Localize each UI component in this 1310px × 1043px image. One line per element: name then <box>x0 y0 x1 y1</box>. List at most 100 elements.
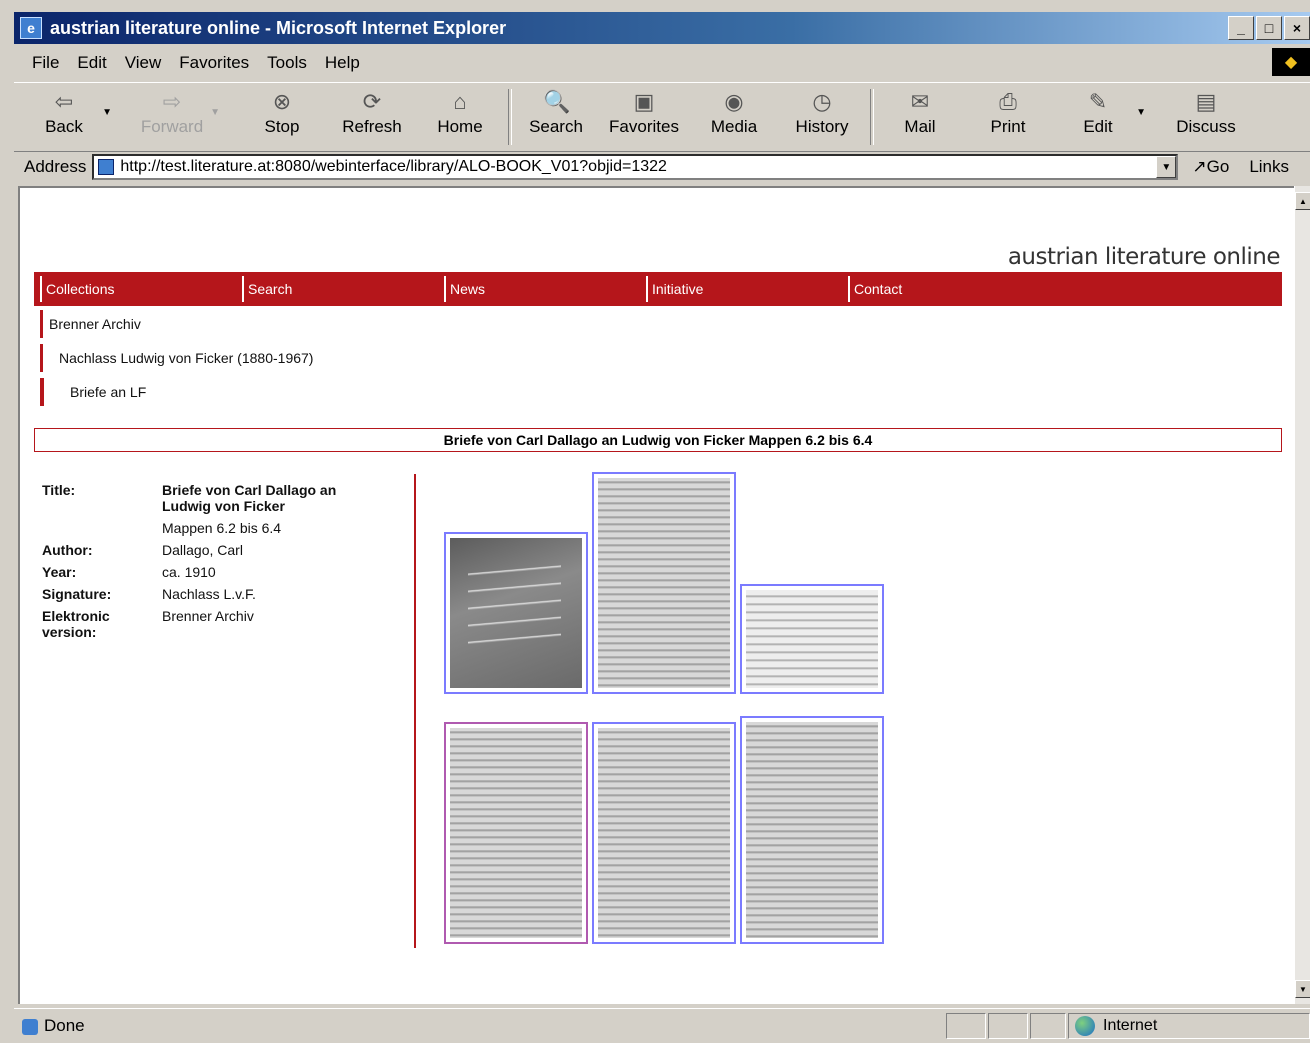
breadcrumb-marker <box>40 378 44 406</box>
media-button[interactable]: ◉ Media <box>694 89 774 137</box>
site-nav: Collections Search News Initiative Conta… <box>34 272 1282 306</box>
page-thumbnail[interactable] <box>444 532 588 694</box>
meta-author-value: Dallago, Carl <box>162 542 243 558</box>
scroll-down-icon[interactable]: ▼ <box>1295 980 1310 998</box>
nav-search[interactable]: Search <box>236 272 438 306</box>
toolbar-separator <box>870 89 874 145</box>
search-label: Search <box>529 117 583 136</box>
page-thumbnail[interactable] <box>592 722 736 944</box>
back-button[interactable]: ⇦ Back ▼ <box>24 89 112 137</box>
status-text-container: Done <box>22 1016 85 1036</box>
scan-image <box>450 538 582 688</box>
scan-image <box>598 728 730 938</box>
forward-arrow-icon: ⇨ <box>162 89 182 114</box>
print-icon: ⎙ <box>999 89 1017 114</box>
breadcrumb-label: Brenner Archiv <box>49 316 141 332</box>
content-divider <box>414 474 416 948</box>
toolbar: ⇦ Back ▼ ⇨ Forward ▼ ⊗ Stop ⟳ Refresh ⌂ … <box>14 82 1310 152</box>
close-button[interactable]: × <box>1284 16 1310 40</box>
edit-button[interactable]: ✎ Edit ▼ <box>1058 89 1146 137</box>
nav-collections[interactable]: Collections <box>34 272 236 306</box>
go-button[interactable]: ↗Go <box>1192 157 1229 177</box>
meta-title-text: Briefe von Carl Dallago an Ludwig von Fi… <box>162 482 337 514</box>
status-pane <box>946 1013 986 1039</box>
nav-news[interactable]: News <box>438 272 640 306</box>
breadcrumb-brenner-archiv[interactable]: Brenner Archiv <box>40 310 141 338</box>
home-icon: ⌂ <box>453 89 467 114</box>
meta-author-row: Author: Dallago, Carl <box>42 542 382 558</box>
media-icon: ◉ <box>724 89 744 114</box>
history-button[interactable]: ◷ History <box>782 89 862 137</box>
menu-help[interactable]: Help <box>325 53 360 73</box>
menu-favorites[interactable]: Favorites <box>179 53 249 73</box>
menu-edit[interactable]: Edit <box>77 53 106 73</box>
favorites-label: Favorites <box>609 117 679 136</box>
edit-icon: ✎ <box>1088 89 1108 114</box>
address-input[interactable]: http://test.literature.at:8080/webinterf… <box>92 154 1179 180</box>
window-controls: _ □ × <box>1228 16 1310 40</box>
discuss-button[interactable]: ▤ Discuss <box>1166 89 1246 137</box>
maximize-button[interactable]: □ <box>1256 16 1282 40</box>
menu-view[interactable]: View <box>125 53 162 73</box>
ie-icon: e <box>20 17 42 39</box>
toolbar-separator <box>508 89 512 145</box>
back-arrow-icon: ⇦ <box>54 89 74 114</box>
scan-image <box>746 722 878 938</box>
meta-title-sub: Mappen 6.2 bis 6.4 <box>162 520 282 536</box>
scroll-up-icon[interactable]: ▲ <box>1295 192 1310 210</box>
breadcrumb-marker <box>40 344 43 372</box>
search-icon: 🔍 <box>543 89 571 114</box>
favorites-button[interactable]: ▣ Favorites <box>604 89 684 137</box>
refresh-button[interactable]: ⟳ Refresh <box>332 89 412 137</box>
page-thumbnail[interactable] <box>444 722 588 944</box>
meta-signature-row: Signature: Nachlass L.v.F. <box>42 586 382 602</box>
forward-button[interactable]: ⇨ Forward ▼ <box>132 89 220 137</box>
edit-dropdown-icon[interactable]: ▼ <box>1136 107 1146 118</box>
breadcrumb-nachlass[interactable]: Nachlass Ludwig von Ficker (1880-1967) <box>40 344 313 372</box>
address-dropdown-icon[interactable]: ▼ <box>1156 156 1177 178</box>
mail-button[interactable]: ✉ Mail <box>880 89 960 137</box>
status-pane <box>1030 1013 1066 1039</box>
print-button[interactable]: ⎙ Print <box>968 89 1048 137</box>
address-url[interactable]: http://test.literature.at:8080/webinterf… <box>120 158 667 176</box>
page-thumbnail[interactable] <box>592 472 736 694</box>
windows-logo-icon: ◆ <box>1272 48 1310 76</box>
menu-file[interactable]: File <box>32 53 59 73</box>
search-button[interactable]: 🔍 Search <box>516 89 596 137</box>
breadcrumb-briefe-an-lf[interactable]: Briefe an LF <box>40 378 146 406</box>
discuss-icon: ▤ <box>1195 89 1217 114</box>
links-button[interactable]: Links <box>1249 157 1289 177</box>
stop-button[interactable]: ⊗ Stop <box>242 89 322 137</box>
vertical-scrollbar[interactable]: ▲ ▼ <box>1294 186 1310 1004</box>
meta-year-value: ca. 1910 <box>162 564 216 580</box>
scan-image <box>746 590 878 688</box>
site-title[interactable]: austrian literature online <box>1008 244 1281 270</box>
menu-tools[interactable]: Tools <box>267 53 307 73</box>
mail-label: Mail <box>904 117 936 136</box>
nav-initiative[interactable]: Initiative <box>640 272 842 306</box>
refresh-label: Refresh <box>342 117 402 136</box>
breadcrumb-label: Nachlass Ludwig von Ficker (1880-1967) <box>59 350 314 366</box>
status-text: Done <box>44 1016 85 1035</box>
meta-year-row: Year: ca. 1910 <box>42 564 382 580</box>
home-button[interactable]: ⌂ Home <box>420 89 500 137</box>
title-bar[interactable]: e austrian literature online - Microsoft… <box>14 12 1310 44</box>
security-zone: Internet <box>1068 1013 1310 1039</box>
back-dropdown-icon[interactable]: ▼ <box>102 107 112 118</box>
address-bar: Address http://test.literature.at:8080/w… <box>14 150 1310 184</box>
meta-signature-label: Signature: <box>42 586 112 602</box>
meta-author-label: Author: <box>42 542 93 558</box>
nav-label: Collections <box>46 281 115 297</box>
page-thumbnail[interactable] <box>740 584 884 694</box>
nav-contact[interactable]: Contact <box>842 272 1044 306</box>
zone-label: Internet <box>1103 1017 1158 1034</box>
forward-dropdown-icon[interactable]: ▼ <box>210 107 220 118</box>
nav-label: Contact <box>854 281 903 297</box>
book-heading: Briefe von Carl Dallago an Ludwig von Fi… <box>34 428 1282 452</box>
nav-divider <box>40 276 42 302</box>
page-thumbnail[interactable] <box>740 716 884 944</box>
meta-title-value: Briefe von Carl Dallago an Ludwig von Fi… <box>162 482 372 536</box>
meta-signature-value: Nachlass L.v.F. <box>162 586 256 602</box>
meta-elektronic-value: Brenner Archiv <box>162 608 254 624</box>
minimize-button[interactable]: _ <box>1228 16 1254 40</box>
